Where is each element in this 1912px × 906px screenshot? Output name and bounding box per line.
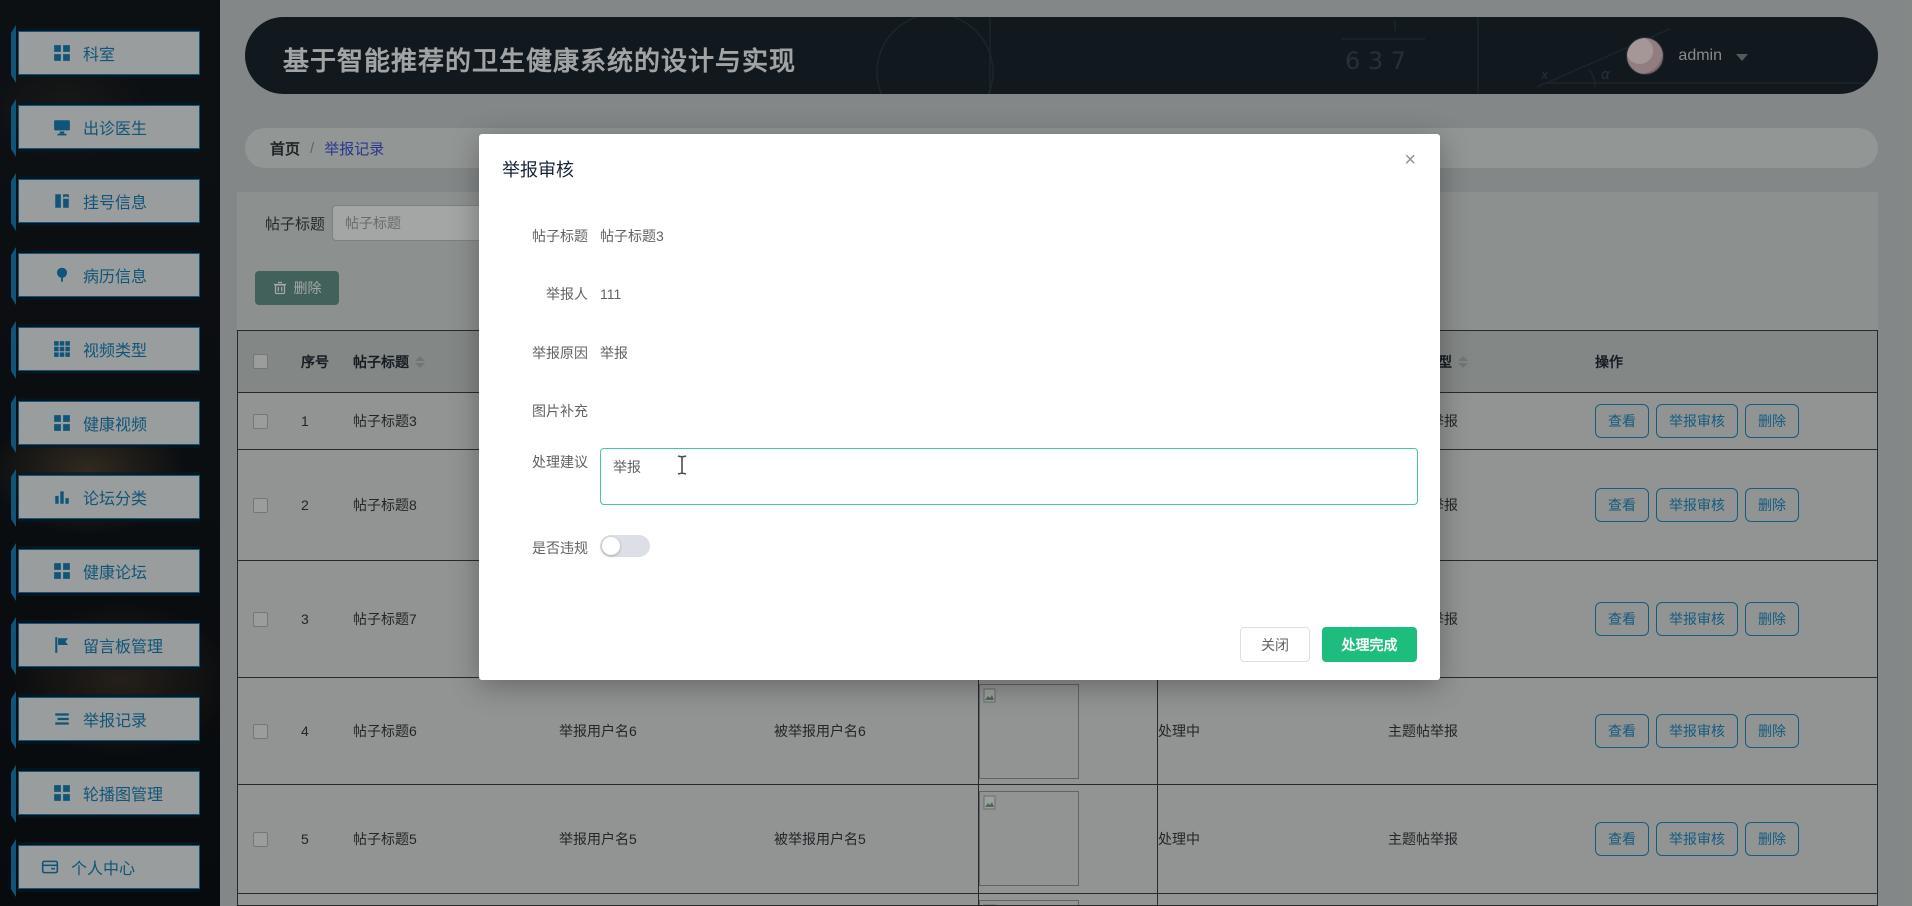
field-value: 举报 (600, 343, 628, 363)
toggle-knob (602, 537, 620, 555)
field-label: 举报原因 (479, 343, 588, 363)
field-report-reason: 举报原因 举报 (479, 339, 1440, 367)
text-cursor (676, 454, 688, 476)
screen: 科室出诊医生挂号信息病历信息视频类型健康视频论坛分类健康论坛留言板管理举报记录轮… (0, 0, 1912, 906)
field-image-supplement: 图片补充 (479, 397, 1440, 425)
field-value: 帖子标题3 (600, 226, 664, 246)
field-post-title: 帖子标题 帖子标题3 (479, 222, 1440, 250)
report-review-dialog: 举报审核 × 帖子标题 帖子标题3 举报人 111 举报原因 举报 图片补充 处… (479, 134, 1440, 680)
field-label: 帖子标题 (479, 226, 588, 246)
dialog-close-button[interactable]: 关闭 (1240, 627, 1310, 662)
field-value: 111 (600, 286, 621, 302)
close-icon[interactable]: × (1404, 150, 1416, 170)
field-reporter: 举报人 111 (479, 280, 1440, 308)
violation-toggle[interactable] (600, 535, 650, 557)
field-label: 图片补充 (479, 401, 588, 421)
suggestion-textarea[interactable] (600, 448, 1418, 505)
dialog-title: 举报审核 (502, 156, 574, 182)
dialog-confirm-button[interactable]: 处理完成 (1322, 627, 1417, 662)
field-label: 举报人 (479, 284, 588, 304)
violation-label: 是否违规 (479, 538, 588, 558)
suggestion-label: 处理建议 (479, 452, 588, 472)
